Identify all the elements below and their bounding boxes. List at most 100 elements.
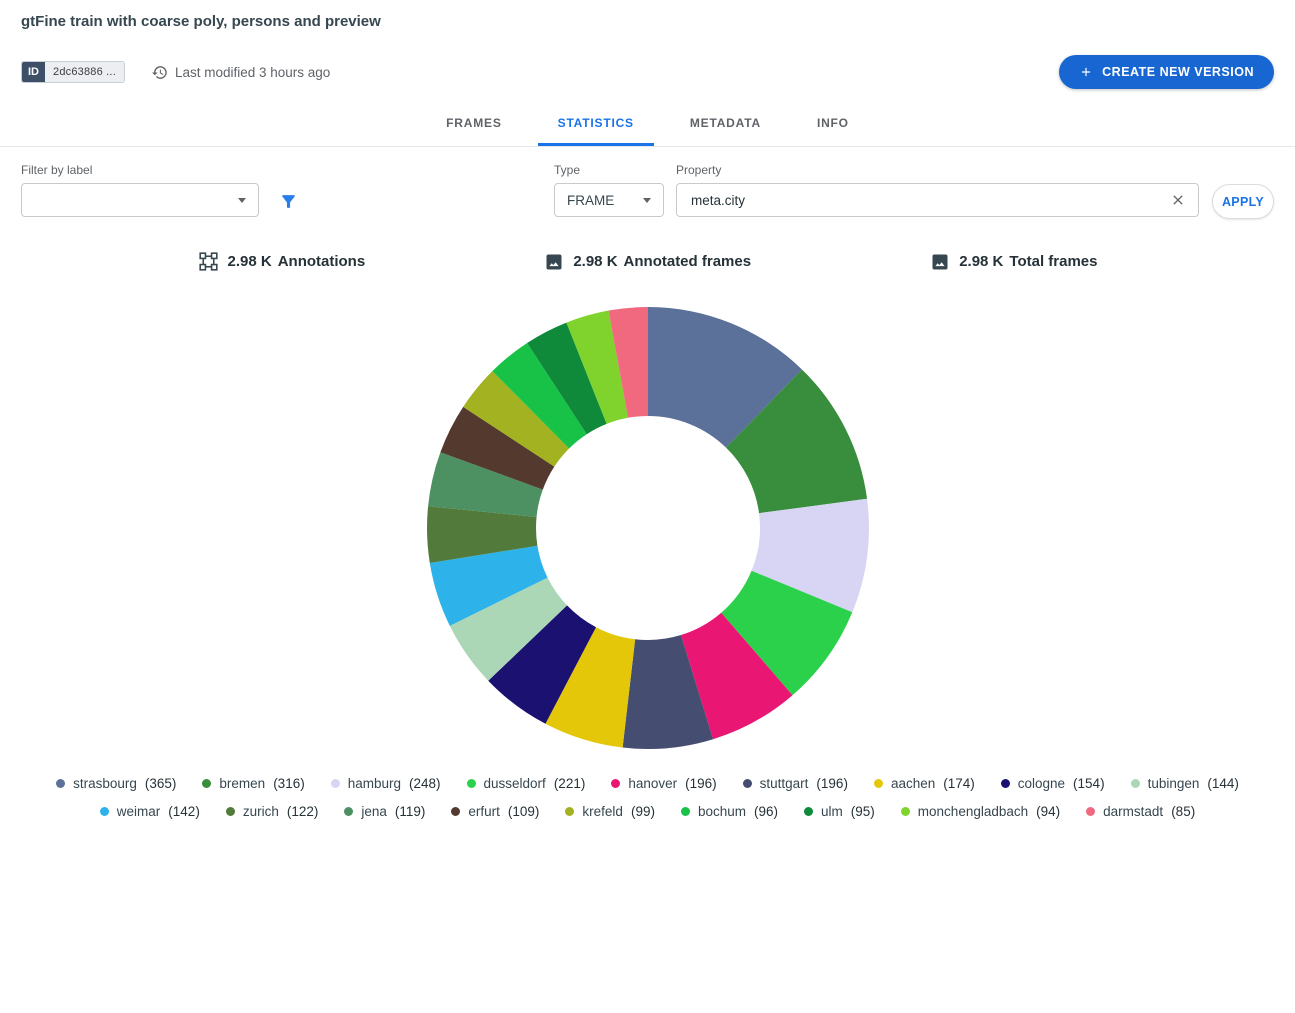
legend-color-dot <box>1086 807 1095 816</box>
legend-label: hamburg <box>348 776 401 791</box>
legend-item-stuttgart[interactable]: stuttgart(196) <box>743 776 848 791</box>
legend-item-bochum[interactable]: bochum (96) <box>681 804 778 819</box>
legend-label: darmstadt <box>1103 804 1163 819</box>
tab-metadata[interactable]: METADATA <box>670 102 781 146</box>
legend-color-dot <box>331 779 340 788</box>
legend-item-strasbourg[interactable]: strasbourg(365) <box>56 776 176 791</box>
chart-legend: strasbourg(365) bremen(316) hamburg (248) du… <box>0 776 1295 819</box>
last-modified-text: Last modified 3 hours ago <box>175 65 330 80</box>
filters-bar: Filter by label Type FRAME Property <box>0 147 1295 239</box>
legend-item-weimar[interactable]: weimar(142) <box>100 804 200 819</box>
type-select-value: FRAME <box>567 193 614 208</box>
chevron-down-icon <box>238 198 246 203</box>
legend-count: (109) <box>508 804 540 819</box>
id-badge: ID <box>22 62 45 82</box>
legend-item-monchengladbach[interactable]: monchengladbach(94) <box>901 804 1060 819</box>
legend-label: weimar <box>117 804 161 819</box>
legend-count: (94) <box>1036 804 1060 819</box>
filter-by-label-field: Filter by label <box>21 163 259 217</box>
legend-label: aachen <box>891 776 935 791</box>
legend-count: (154) <box>1073 776 1105 791</box>
clear-property-button[interactable] <box>1166 188 1190 212</box>
legend-label: bochum <box>698 804 746 819</box>
legend-color-dot <box>874 779 883 788</box>
legend-item-jena[interactable]: jena (119) <box>344 804 425 819</box>
legend-item-cologne[interactable]: cologne (154) <box>1001 776 1105 791</box>
type-select[interactable]: FRAME <box>554 183 664 217</box>
legend-item-zurich[interactable]: zurich(122) <box>226 804 319 819</box>
create-new-version-button[interactable]: CREATE NEW VERSION <box>1059 55 1274 89</box>
legend-label: ulm <box>821 804 843 819</box>
stat-value: 2.98 K <box>228 253 272 270</box>
stat-label: Annotations <box>278 253 366 270</box>
stats-row: 2.98 K Annotations 2.98 K Annotated fram… <box>198 251 1098 272</box>
tab-statistics[interactable]: STATISTICS <box>538 102 654 146</box>
header-meta-row: ID 2dc63886 ... Last modified 3 hours ag… <box>21 54 1274 90</box>
legend-item-darmstadt[interactable]: darmstadt (85) <box>1086 804 1195 819</box>
dataset-id-chip[interactable]: ID 2dc63886 ... <box>21 61 125 83</box>
legend-count: (196) <box>816 776 848 791</box>
legend-item-bremen[interactable]: bremen(316) <box>202 776 304 791</box>
image-icon <box>544 252 564 272</box>
legend-count: (119) <box>395 804 426 819</box>
create-button-label: CREATE NEW VERSION <box>1102 65 1254 79</box>
legend-label: hanover <box>628 776 677 791</box>
legend-color-dot <box>743 779 752 788</box>
legend-item-erfurt[interactable]: erfurt (109) <box>451 804 539 819</box>
legend-label: cologne <box>1018 776 1065 791</box>
legend-item-aachen[interactable]: aachen(174) <box>874 776 975 791</box>
legend-count: (96) <box>754 804 778 819</box>
page-title: gtFine train with coarse poly, persons a… <box>21 13 1274 30</box>
stat-label: Total frames <box>1009 253 1097 270</box>
legend-item-dusseldorf[interactable]: dusseldorf (221) <box>467 776 586 791</box>
image-icon <box>930 252 950 272</box>
legend-color-dot <box>804 807 813 816</box>
tab-bar: FRAMES STATISTICS METADATA INFO <box>0 102 1295 147</box>
legend-color-dot <box>344 807 353 816</box>
legend-color-dot <box>451 807 460 816</box>
legend-label: dusseldorf <box>484 776 546 791</box>
stat-total-frames: 2.98 K Total frames <box>930 251 1097 272</box>
legend-label: krefeld <box>582 804 623 819</box>
city-distribution-chart <box>0 302 1295 754</box>
legend-item-hanover[interactable]: hanover (196) <box>611 776 716 791</box>
legend-color-dot <box>202 779 211 788</box>
header: gtFine train with coarse poly, persons a… <box>0 0 1295 90</box>
legend-count: (248) <box>409 776 441 791</box>
legend-label: jena <box>361 804 387 819</box>
stat-annotated-frames: 2.98 K Annotated frames <box>544 251 751 272</box>
legend-color-dot <box>100 807 109 816</box>
legend-row-2: weimar(142) zurich(122) jena (119) erfurt (10… <box>0 804 1295 819</box>
legend-label: zurich <box>243 804 279 819</box>
legend-count: (144) <box>1207 776 1239 791</box>
legend-count: (99) <box>631 804 655 819</box>
stat-value: 2.98 K <box>959 253 1003 270</box>
legend-item-hamburg[interactable]: hamburg (248) <box>331 776 441 791</box>
legend-label: bremen <box>219 776 265 791</box>
legend-item-krefeld[interactable]: krefeld (99) <box>565 804 655 819</box>
close-icon <box>1170 192 1186 208</box>
tab-info[interactable]: INFO <box>797 102 869 146</box>
type-field: Type FRAME <box>554 163 664 217</box>
legend-count: (221) <box>554 776 586 791</box>
tab-frames[interactable]: FRAMES <box>426 102 521 146</box>
stat-annotations: 2.98 K Annotations <box>198 251 366 272</box>
annotations-bounding-box-icon <box>198 251 219 272</box>
stat-label: Annotated frames <box>624 253 752 270</box>
apply-button[interactable]: APPLY <box>1212 184 1274 219</box>
legend-item-tubingen[interactable]: tubingen(144) <box>1131 776 1239 791</box>
stat-value: 2.98 K <box>573 253 617 270</box>
legend-label: erfurt <box>468 804 500 819</box>
property-input[interactable] <box>689 192 1166 209</box>
legend-count: (85) <box>1171 804 1195 819</box>
dataset-id-value: 2dc63886 ... <box>45 62 124 82</box>
legend-item-ulm[interactable]: ulm(95) <box>804 804 875 819</box>
filter-by-label-select[interactable] <box>21 183 259 217</box>
legend-color-dot <box>565 807 574 816</box>
history-icon <box>151 64 168 81</box>
dataset-statistics-page: gtFine train with coarse poly, persons a… <box>0 0 1295 1013</box>
filter-funnel-icon[interactable] <box>279 192 298 216</box>
legend-color-dot <box>1131 779 1140 788</box>
legend-count: (196) <box>685 776 717 791</box>
legend-color-dot <box>611 779 620 788</box>
